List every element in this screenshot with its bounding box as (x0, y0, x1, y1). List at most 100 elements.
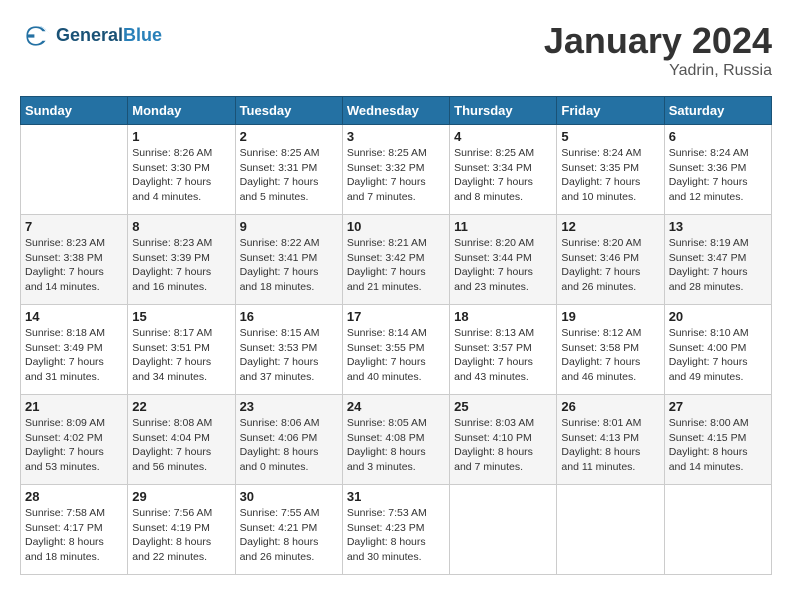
calendar-cell: 5Sunrise: 8:24 AMSunset: 3:35 PMDaylight… (557, 125, 664, 215)
calendar-cell: 17 Sunrise: 8:14 AMSunset: 3:55 PMDayligh… (342, 305, 449, 395)
day-number: 21 (25, 399, 123, 414)
day-number: 11 (454, 219, 552, 234)
month-title: January 2024 (544, 20, 772, 62)
day-info: Sunrise: 8:23 AMSunset: 3:39 PMDaylight:… (132, 236, 230, 295)
calendar-cell: 26Sunrise: 8:01 AMSunset: 4:13 PMDayligh… (557, 395, 664, 485)
calendar-cell: 13 Sunrise: 8:19 AMSunset: 3:47 PMDayligh… (664, 215, 771, 305)
day-info: Sunrise: 8:15 AMSunset: 3:53 PMDaylight:… (240, 326, 338, 385)
calendar-cell (557, 485, 664, 575)
calendar-cell: 25 Sunrise: 8:03 AMSunset: 4:10 PMDayligh… (450, 395, 557, 485)
day-info: Sunrise: 8:14 AMSunset: 3:55 PMDaylight:… (347, 326, 445, 385)
calendar-cell: 6 Sunrise: 8:24 AMSunset: 3:36 PMDaylight… (664, 125, 771, 215)
day-info: Sunrise: 8:20 AMSunset: 3:46 PMDaylight:… (561, 236, 659, 295)
day-info: Sunrise: 8:22 AMSunset: 3:41 PMDaylight:… (240, 236, 338, 295)
calendar-cell: 15 Sunrise: 8:17 AMSunset: 3:51 PMDayligh… (128, 305, 235, 395)
calendar-cell: 28 Sunrise: 7:58 AMSunset: 4:17 PMDayligh… (21, 485, 128, 575)
day-number: 24 (347, 399, 445, 414)
weekday-header: Wednesday (342, 97, 449, 125)
day-info: Sunrise: 8:10 AMSunset: 4:00 PMDaylight:… (669, 326, 767, 385)
day-number: 5 (561, 129, 659, 144)
weekday-header: Monday (128, 97, 235, 125)
day-number: 2 (240, 129, 338, 144)
calendar-cell (21, 125, 128, 215)
day-number: 7 (25, 219, 123, 234)
weekday-header-row: SundayMondayTuesdayWednesdayThursdayFrid… (21, 97, 772, 125)
day-number: 3 (347, 129, 445, 144)
calendar-table: SundayMondayTuesdayWednesdayThursdayFrid… (20, 96, 772, 575)
day-number: 25 (454, 399, 552, 414)
day-number: 23 (240, 399, 338, 414)
day-number: 6 (669, 129, 767, 144)
day-info: Sunrise: 7:55 AMSunset: 4:21 PMDaylight:… (240, 506, 338, 565)
day-number: 9 (240, 219, 338, 234)
day-number: 14 (25, 309, 123, 324)
calendar-cell: 23Sunrise: 8:06 AMSunset: 4:06 PMDayligh… (235, 395, 342, 485)
day-number: 10 (347, 219, 445, 234)
day-info: Sunrise: 8:19 AMSunset: 3:47 PMDaylight:… (669, 236, 767, 295)
day-number: 20 (669, 309, 767, 324)
calendar-cell: 3 Sunrise: 8:25 AMSunset: 3:32 PMDaylight… (342, 125, 449, 215)
day-info: Sunrise: 7:56 AMSunset: 4:19 PMDaylight:… (132, 506, 230, 565)
calendar-week-row: 14 Sunrise: 8:18 AMSunset: 3:49 PMDayligh… (21, 305, 772, 395)
day-info: Sunrise: 7:53 AMSunset: 4:23 PMDaylight:… (347, 506, 445, 565)
weekday-header: Thursday (450, 97, 557, 125)
calendar-cell: 2Sunrise: 8:25 AMSunset: 3:31 PMDaylight… (235, 125, 342, 215)
calendar-cell: 20 Sunrise: 8:10 AMSunset: 4:00 PMDayligh… (664, 305, 771, 395)
calendar-cell: 21 Sunrise: 8:09 AMSunset: 4:02 PMDayligh… (21, 395, 128, 485)
day-info: Sunrise: 8:12 AMSunset: 3:58 PMDaylight:… (561, 326, 659, 385)
logo: GeneralBlue (20, 20, 162, 52)
day-number: 31 (347, 489, 445, 504)
day-number: 22 (132, 399, 230, 414)
calendar-cell: 24Sunrise: 8:05 AMSunset: 4:08 PMDayligh… (342, 395, 449, 485)
day-number: 17 (347, 309, 445, 324)
day-info: Sunrise: 7:58 AMSunset: 4:17 PMDaylight:… (25, 506, 123, 565)
day-number: 18 (454, 309, 552, 324)
day-info: Sunrise: 8:09 AMSunset: 4:02 PMDaylight:… (25, 416, 123, 475)
day-number: 8 (132, 219, 230, 234)
day-number: 30 (240, 489, 338, 504)
day-number: 26 (561, 399, 659, 414)
day-number: 4 (454, 129, 552, 144)
day-info: Sunrise: 8:17 AMSunset: 3:51 PMDaylight:… (132, 326, 230, 385)
calendar-cell: 4 Sunrise: 8:25 AMSunset: 3:34 PMDaylight… (450, 125, 557, 215)
calendar-cell: 30 Sunrise: 7:55 AMSunset: 4:21 PMDayligh… (235, 485, 342, 575)
calendar-cell: 22Sunrise: 8:08 AMSunset: 4:04 PMDayligh… (128, 395, 235, 485)
day-number: 28 (25, 489, 123, 504)
day-info: Sunrise: 8:21 AMSunset: 3:42 PMDaylight:… (347, 236, 445, 295)
day-info: Sunrise: 8:20 AMSunset: 3:44 PMDaylight:… (454, 236, 552, 295)
day-info: Sunrise: 8:26 AMSunset: 3:30 PMDaylight:… (132, 146, 230, 205)
calendar-cell: 29Sunrise: 7:56 AMSunset: 4:19 PMDayligh… (128, 485, 235, 575)
weekday-header: Tuesday (235, 97, 342, 125)
day-info: Sunrise: 8:25 AMSunset: 3:32 PMDaylight:… (347, 146, 445, 205)
calendar-cell: 11 Sunrise: 8:20 AMSunset: 3:44 PMDayligh… (450, 215, 557, 305)
day-info: Sunrise: 8:24 AMSunset: 3:36 PMDaylight:… (669, 146, 767, 205)
weekday-header: Sunday (21, 97, 128, 125)
day-info: Sunrise: 8:25 AMSunset: 3:34 PMDaylight:… (454, 146, 552, 205)
calendar-cell: 31 Sunrise: 7:53 AMSunset: 4:23 PMDayligh… (342, 485, 449, 575)
page-header: GeneralBlue January 2024 Yadrin, Russia (20, 20, 772, 80)
day-info: Sunrise: 8:03 AMSunset: 4:10 PMDaylight:… (454, 416, 552, 475)
day-info: Sunrise: 8:23 AMSunset: 3:38 PMDaylight:… (25, 236, 123, 295)
calendar-cell: 9 Sunrise: 8:22 AMSunset: 3:41 PMDaylight… (235, 215, 342, 305)
calendar-week-row: 1Sunrise: 8:26 AMSunset: 3:30 PMDaylight… (21, 125, 772, 215)
day-number: 27 (669, 399, 767, 414)
calendar-cell (450, 485, 557, 575)
calendar-cell: 16Sunrise: 8:15 AMSunset: 3:53 PMDayligh… (235, 305, 342, 395)
weekday-header: Saturday (664, 97, 771, 125)
calendar-cell: 19 Sunrise: 8:12 AMSunset: 3:58 PMDayligh… (557, 305, 664, 395)
calendar-week-row: 28 Sunrise: 7:58 AMSunset: 4:17 PMDayligh… (21, 485, 772, 575)
day-number: 13 (669, 219, 767, 234)
weekday-header: Friday (557, 97, 664, 125)
title-block: January 2024 Yadrin, Russia (544, 20, 772, 80)
calendar-cell (664, 485, 771, 575)
calendar-cell: 7 Sunrise: 8:23 AMSunset: 3:38 PMDaylight… (21, 215, 128, 305)
logo-text: GeneralBlue (56, 26, 162, 46)
location: Yadrin, Russia (544, 62, 772, 80)
calendar-cell: 12 Sunrise: 8:20 AMSunset: 3:46 PMDayligh… (557, 215, 664, 305)
day-number: 15 (132, 309, 230, 324)
day-info: Sunrise: 8:00 AMSunset: 4:15 PMDaylight:… (669, 416, 767, 475)
calendar-cell: 18Sunrise: 8:13 AMSunset: 3:57 PMDayligh… (450, 305, 557, 395)
day-number: 12 (561, 219, 659, 234)
day-number: 19 (561, 309, 659, 324)
day-info: Sunrise: 8:18 AMSunset: 3:49 PMDaylight:… (25, 326, 123, 385)
